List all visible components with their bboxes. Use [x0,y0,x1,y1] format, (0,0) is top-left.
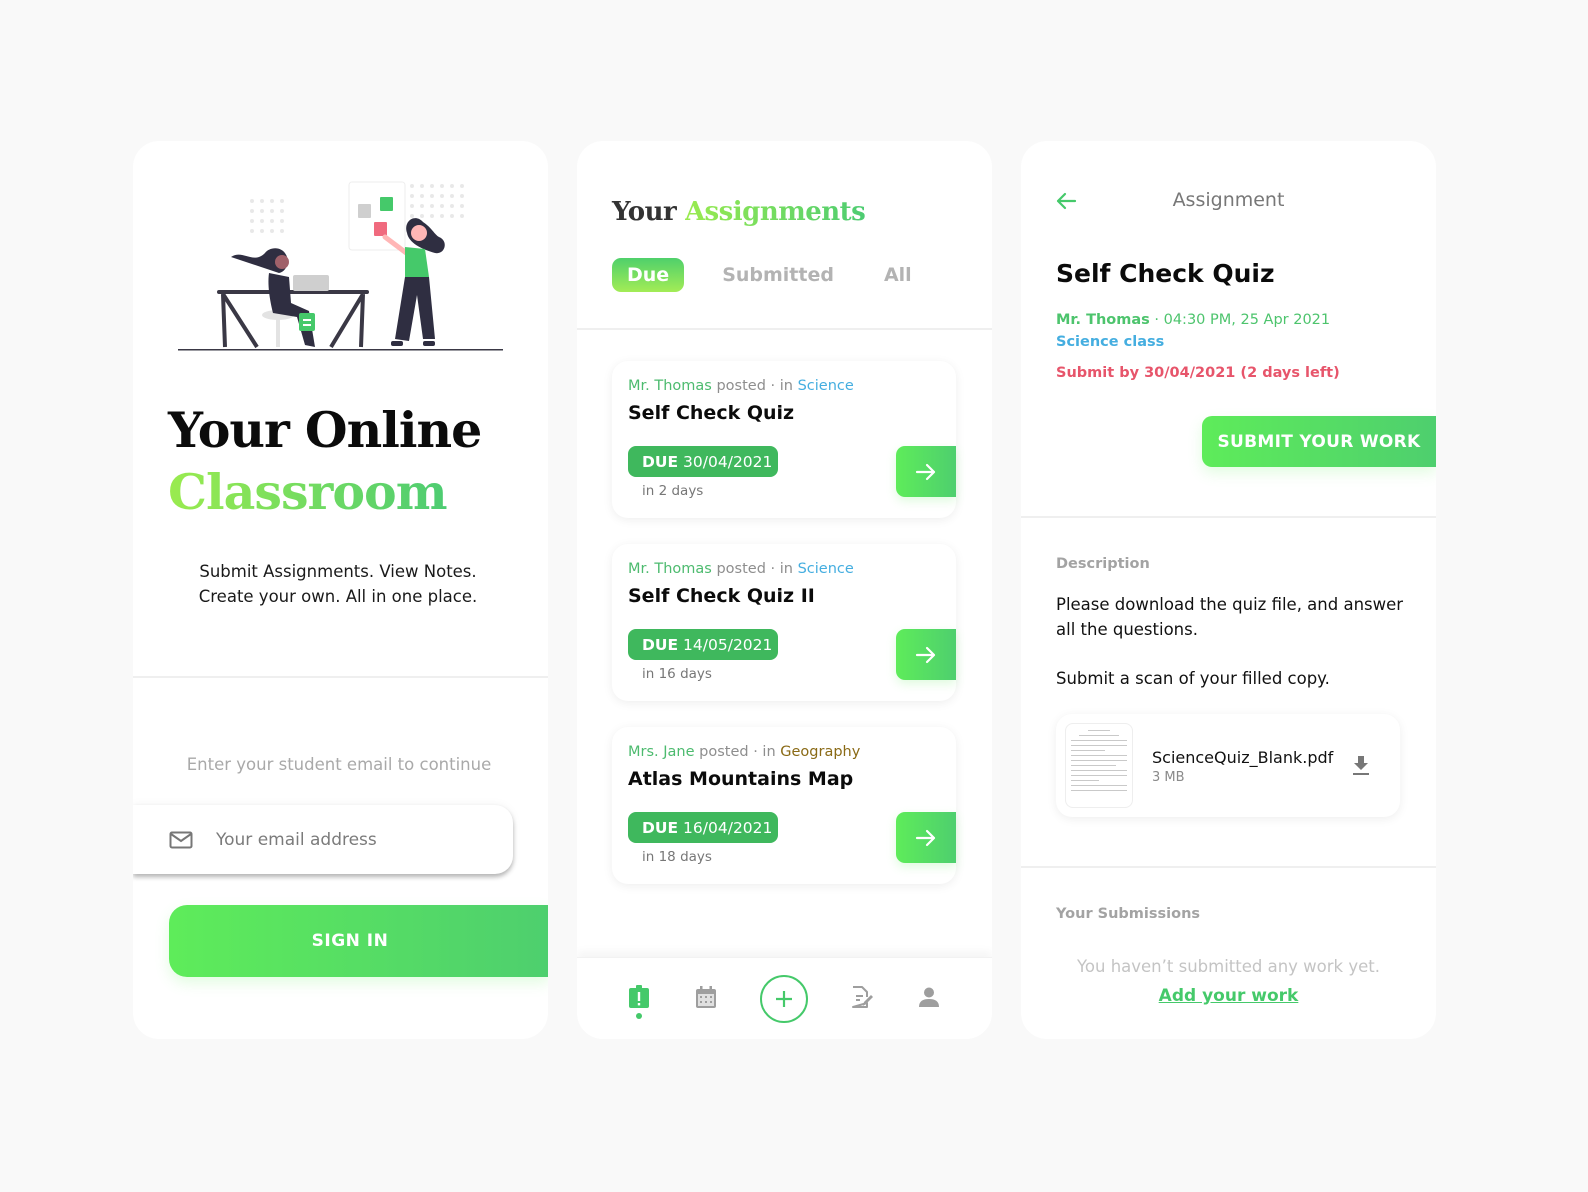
tab-due[interactable]: Due [612,258,685,292]
arrow-right-icon [915,463,936,480]
assignment-card[interactable]: Mrs. Jane posted · in Geography Atlas Mo… [612,727,956,884]
attachment-card[interactable]: ScienceQuiz_Blank.pdf 3 MB [1056,714,1400,817]
hero-title: Your Online Classroom [168,401,482,521]
assignment-title: Self Check Quiz II [628,585,815,607]
due-badge: DUE 30/04/2021 [628,446,778,477]
assignment-tabs: Due Submitted All [612,258,962,292]
divider [1021,516,1436,518]
assignment-alert-icon [629,985,649,1008]
email-field[interactable] [133,805,513,874]
assignment-title: Self Check Quiz [1056,259,1275,288]
open-assignment-button[interactable] [896,446,956,497]
header-title: Assignment [1172,189,1285,211]
file-name: ScienceQuiz_Blank.pdf [1152,748,1334,767]
due-relative: in 18 days [642,849,712,865]
assignment-title: Atlas Mountains Map [628,768,854,790]
submissions-label: Your Submissions [1056,906,1201,922]
divider [133,676,548,678]
deadline: Submit by 30/04/2021 (2 days left) [1056,365,1340,381]
download-icon[interactable] [1351,754,1371,776]
arrow-right-icon [915,646,936,663]
assignments-screen: Your Assignments Due Submitted All Mr. T… [577,141,992,1039]
tab-all[interactable]: All [884,264,912,286]
assignment-detail-screen: Assignment Self Check Quiz Mr. Thomas · … [1021,141,1436,1039]
description: Please download the quiz file, and answe… [1056,595,1404,688]
assignment-meta: Mrs. Jane posted · in Geography [628,744,861,760]
nav-profile[interactable] [915,983,943,1011]
add-work-link[interactable]: Add your work [1021,986,1436,1006]
sign-in-button[interactable]: SIGN IN [169,905,548,977]
nav-assignments[interactable] [625,983,653,1011]
description-label: Description [1056,556,1150,572]
assignment-title: Self Check Quiz [628,402,795,424]
tab-submitted[interactable]: Submitted [722,264,834,286]
due-badge: DUE 14/05/2021 [628,629,778,660]
open-assignment-button[interactable] [896,812,956,863]
nav-notes[interactable] [848,983,876,1011]
classroom-illustration [178,181,503,351]
divider [1021,866,1436,868]
arrow-right-icon [915,829,936,846]
assignment-card[interactable]: Mr. Thomas posted · in Science Self Chec… [612,544,956,701]
profile-icon [919,987,939,1007]
due-badge: DUE 16/04/2021 [628,812,778,843]
page-title: Your Assignments [612,197,866,227]
signin-screen: Your Online Classroom Submit Assignments… [133,141,548,1039]
divider [577,328,992,330]
due-relative: in 2 days [642,483,704,499]
assignment-meta: Mr. Thomas · 04:30 PM, 25 Apr 2021 [1056,312,1331,328]
add-icon [776,991,792,1007]
class-link[interactable]: Science class [1056,334,1164,350]
assignment-meta: Mr. Thomas posted · in Science [628,561,854,577]
file-size: 3 MB [1152,770,1185,785]
tagline: Submit Assignments. View Notes. Create y… [198,562,478,606]
empty-submissions-message: You haven’t submitted any work yet. [1077,957,1380,976]
notes-edit-icon [852,986,873,1008]
open-assignment-button[interactable] [896,629,956,680]
calendar-icon [696,986,716,1008]
active-indicator [636,1013,642,1019]
email-hint: Enter your student email to continue [186,755,492,774]
add-button[interactable] [760,975,808,1023]
email-input[interactable] [216,829,476,850]
nav-calendar[interactable] [692,983,720,1011]
arrow-left-icon[interactable] [1055,190,1077,212]
due-relative: in 16 days [642,666,712,682]
submit-work-button[interactable]: SUBMIT YOUR WORK [1202,416,1436,467]
assignment-meta: Mr. Thomas posted · in Science [628,378,854,394]
file-thumbnail [1065,723,1133,808]
mail-icon [169,831,193,848]
assignment-card[interactable]: Mr. Thomas posted · in Science Self Chec… [612,361,956,518]
bottom-navigation [577,957,992,1039]
